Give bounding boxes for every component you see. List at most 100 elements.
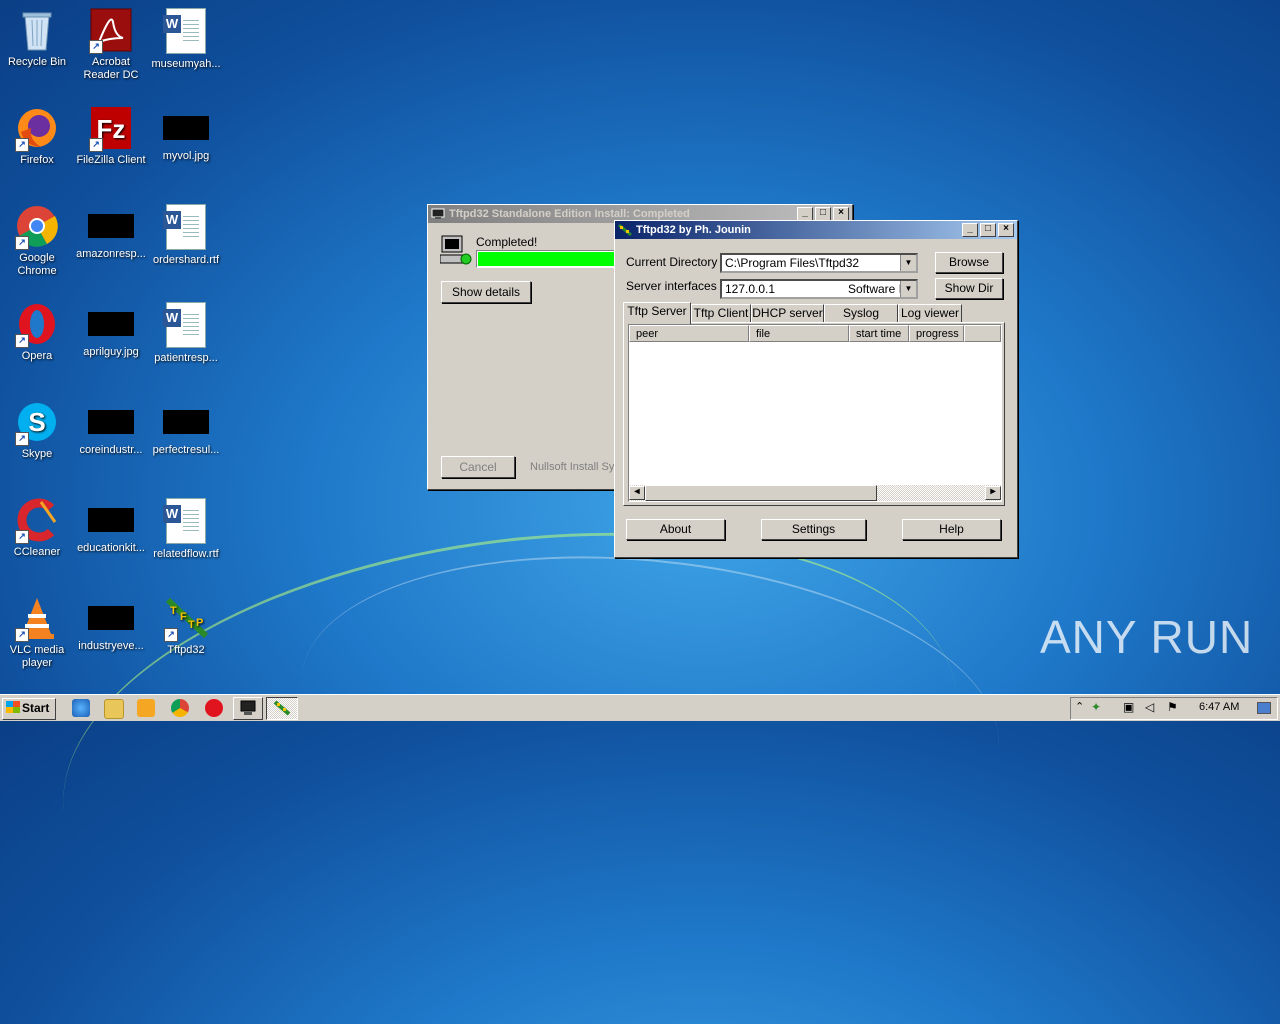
minimize-button[interactable]: _ bbox=[797, 207, 813, 221]
desktop-icon-label: Acrobat Reader DC bbox=[83, 56, 139, 81]
minimize-button[interactable]: _ bbox=[962, 223, 978, 237]
desktop-icon-label: ordershard.rtf bbox=[152, 254, 220, 266]
desktop-icon-word-doc[interactable]: W patientresp... bbox=[149, 302, 223, 365]
close-button[interactable]: × bbox=[998, 223, 1014, 237]
svg-text:T: T bbox=[170, 605, 177, 617]
server-interfaces-label: Server interfaces bbox=[626, 279, 717, 293]
dropdown-arrow-icon[interactable]: ▼ bbox=[900, 281, 916, 297]
tab-tftp-client[interactable]: Tftp Client bbox=[691, 304, 751, 323]
taskbar: Start ⌃ ✦ ▣ ◁ ⚑ 6:47 AM bbox=[0, 694, 1280, 721]
maximize-button[interactable]: □ bbox=[980, 223, 996, 237]
horizontal-scrollbar[interactable]: ◂ ▸ bbox=[629, 485, 1001, 501]
show-hidden-icons-icon[interactable]: ⌃ bbox=[1075, 700, 1084, 713]
column-header-start-time[interactable]: start time bbox=[849, 325, 909, 342]
network-icon[interactable]: ▣ bbox=[1123, 700, 1134, 714]
action-center-flag-icon[interactable]: ⚑ bbox=[1167, 700, 1178, 714]
ccleaner-icon: ↗ bbox=[15, 498, 59, 544]
column-header-file[interactable]: file bbox=[749, 325, 849, 342]
acrobat-icon: ↗ bbox=[89, 8, 133, 54]
desktop-icon-file[interactable]: aprilguy.jpg bbox=[74, 302, 148, 359]
chrome-taskbar-icon[interactable] bbox=[171, 699, 189, 717]
system-tray: ⌃ ✦ ▣ ◁ ⚑ 6:47 AM bbox=[1070, 697, 1278, 720]
internet-explorer-icon[interactable] bbox=[72, 699, 90, 717]
desktop-icon-file[interactable]: perfectresul... bbox=[149, 400, 223, 457]
desktop-icon-label: Opera bbox=[21, 350, 53, 362]
server-interfaces-combo[interactable]: 127.0.0.1 Software Lo ▼ bbox=[720, 279, 918, 299]
desktop-icon-file[interactable]: amazonresp... bbox=[74, 204, 148, 261]
taskbar-item-tftpd32[interactable] bbox=[266, 697, 298, 720]
cancel-button[interactable]: Cancel bbox=[441, 456, 515, 478]
desktop-icon-file[interactable]: educationkit... bbox=[74, 498, 148, 555]
desktop-icon-ccleaner[interactable]: ↗ CCleaner bbox=[0, 498, 74, 559]
tab-strip: Tftp Server Tftp Client DHCP server Sysl… bbox=[623, 302, 1005, 337]
desktop-icon-label: amazonresp... bbox=[76, 248, 146, 260]
tab-panel: peer file start time progress ◂ ▸ bbox=[623, 322, 1005, 506]
browse-button[interactable]: Browse bbox=[935, 252, 1003, 273]
desktop-icon-opera[interactable]: ↗ Opera bbox=[0, 302, 74, 363]
start-button[interactable]: Start bbox=[2, 698, 56, 720]
desktop-icon-acrobat[interactable]: ↗ Acrobat Reader DC bbox=[74, 8, 148, 82]
desktop-icon-word-doc[interactable]: W ordershard.rtf bbox=[149, 204, 223, 267]
show-details-button[interactable]: Show details bbox=[441, 281, 531, 303]
firefox-icon: ↗ bbox=[15, 106, 59, 152]
tftpd32-taskbar-icon bbox=[273, 700, 291, 716]
shortcut-arrow-icon: ↗ bbox=[15, 138, 29, 152]
file-thumbnail-icon bbox=[88, 410, 134, 434]
dropdown-arrow-icon[interactable]: ▼ bbox=[900, 255, 916, 271]
desktop-icon-firefox[interactable]: ↗ Firefox bbox=[0, 106, 74, 167]
close-button[interactable]: × bbox=[833, 207, 849, 221]
about-button[interactable]: About bbox=[626, 519, 725, 540]
volume-icon[interactable]: ◁ bbox=[1145, 700, 1154, 714]
tab-dhcp-server[interactable]: DHCP server bbox=[751, 304, 824, 323]
desktop-icon-vlc[interactable]: ↗ VLC media player bbox=[0, 596, 74, 670]
opera-taskbar-icon[interactable] bbox=[205, 699, 223, 717]
opera-icon: ↗ bbox=[15, 302, 59, 348]
file-thumbnail-icon bbox=[88, 508, 134, 532]
desktop-icon-chrome[interactable]: ↗ Google Chrome bbox=[0, 204, 74, 278]
desktop-icon-file[interactable]: industryeve... bbox=[74, 596, 148, 653]
desktop-icon-word-doc[interactable]: W relatedflow.rtf bbox=[149, 498, 223, 561]
desktop-icon-file[interactable]: coreindustr... bbox=[74, 400, 148, 457]
desktop-icon-label: VLC media player bbox=[9, 644, 65, 669]
desktop-icon-label: Recycle Bin bbox=[7, 56, 67, 68]
current-directory-combo[interactable]: C:\Program Files\Tftpd32 ▼ bbox=[720, 253, 918, 273]
desktop-icon-recycle-bin[interactable]: Recycle Bin bbox=[0, 8, 74, 69]
scroll-left-button[interactable]: ◂ bbox=[629, 486, 645, 500]
installer-title: Tftpd32 Standalone Edition Install: Comp… bbox=[449, 208, 690, 220]
shortcut-arrow-icon: ↗ bbox=[164, 628, 178, 642]
tftpd32-window[interactable]: Tftpd32 by Ph. Jounin _ □ × Current Dire… bbox=[614, 220, 1018, 558]
show-dir-button[interactable]: Show Dir bbox=[935, 278, 1003, 299]
tab-log-viewer[interactable]: Log viewer bbox=[898, 304, 962, 323]
shortcut-arrow-icon: ↗ bbox=[15, 530, 29, 544]
desktop-icon-word-doc[interactable]: W museumyah... bbox=[149, 8, 223, 71]
file-thumbnail-icon bbox=[163, 410, 209, 434]
transfers-list[interactable]: peer file start time progress ◂ ▸ bbox=[628, 324, 1002, 502]
desktop-icon-file[interactable]: myvol.jpg bbox=[149, 106, 223, 163]
help-button[interactable]: Help bbox=[902, 519, 1001, 540]
scrollbar-thumb[interactable] bbox=[645, 485, 877, 501]
desktop-icon-label: coreindustr... bbox=[79, 444, 143, 456]
install-status-text: Completed! bbox=[476, 235, 538, 249]
svg-text:S: S bbox=[28, 407, 45, 437]
tab-syslog-server[interactable]: Syslog server bbox=[824, 304, 898, 337]
desktop-icon-filezilla[interactable]: Fz ↗ FileZilla Client bbox=[74, 106, 148, 167]
tftpd32-titlebar[interactable]: Tftpd32 by Ph. Jounin _ □ × bbox=[615, 221, 1017, 239]
desktop-icon-label: Google Chrome bbox=[17, 252, 57, 277]
media-player-icon[interactable] bbox=[137, 699, 155, 717]
taskbar-item-installer[interactable] bbox=[233, 697, 263, 720]
settings-button[interactable]: Settings bbox=[761, 519, 866, 540]
column-header-progress[interactable]: progress bbox=[909, 325, 964, 342]
column-header-peer[interactable]: peer bbox=[629, 325, 749, 342]
clock[interactable]: 6:47 AM bbox=[1199, 701, 1239, 713]
tftpd32-icon: TFTP ↗ bbox=[164, 596, 209, 642]
desktop-icon-skype[interactable]: S ↗ Skype bbox=[0, 400, 74, 461]
scroll-right-button[interactable]: ▸ bbox=[985, 486, 1001, 500]
tftpd32-tray-icon[interactable]: ✦ bbox=[1091, 700, 1101, 714]
show-desktop-icon[interactable] bbox=[1257, 702, 1271, 714]
file-explorer-icon[interactable] bbox=[104, 699, 124, 719]
desktop-icon-tftpd32[interactable]: TFTP ↗ Tftpd32 bbox=[149, 596, 223, 657]
maximize-button[interactable]: □ bbox=[815, 207, 831, 221]
installer-taskbar-icon bbox=[240, 700, 256, 715]
tab-tftp-server[interactable]: Tftp Server bbox=[623, 302, 691, 324]
installer-computer-icon bbox=[440, 235, 472, 265]
